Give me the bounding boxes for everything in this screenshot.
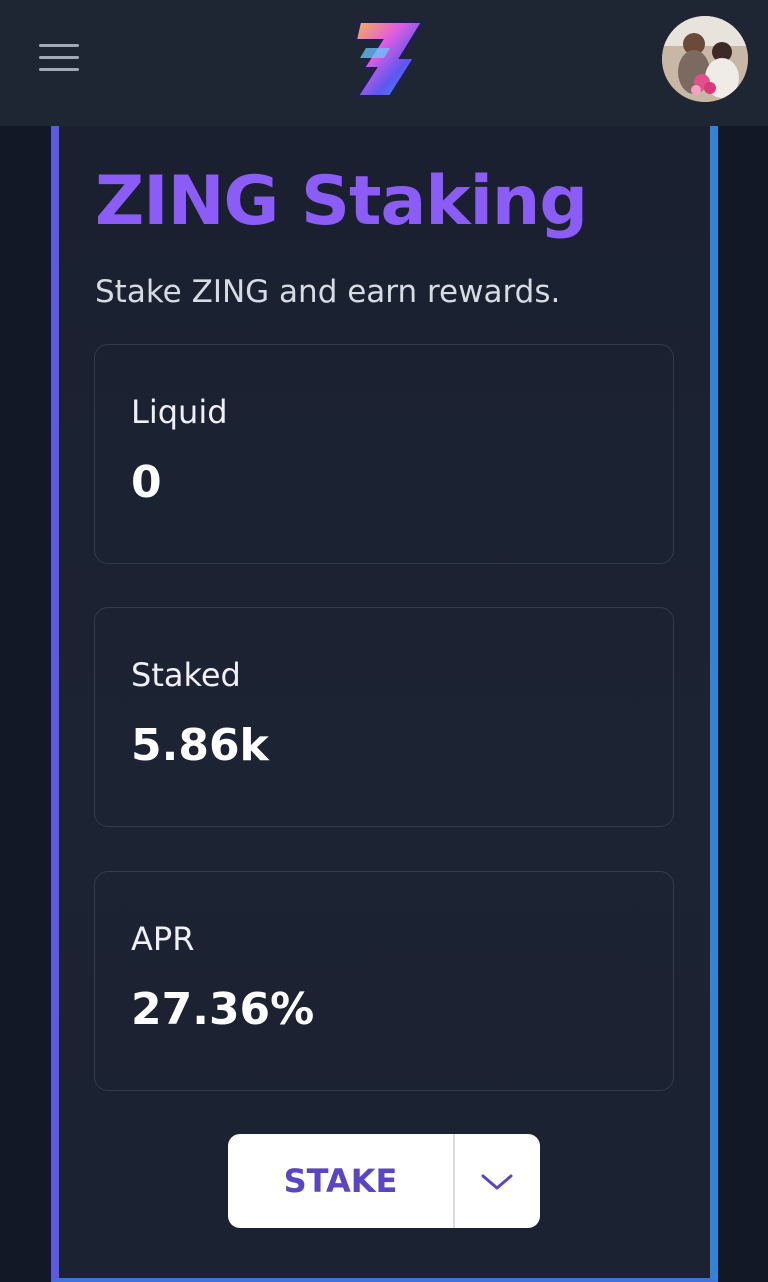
stat-value: 27.36% — [131, 984, 315, 1035]
stake-options-dropdown-button[interactable] — [455, 1134, 540, 1228]
stat-label: APR — [131, 920, 195, 958]
stat-value: 0 — [131, 457, 162, 508]
stat-label: Liquid — [131, 393, 228, 431]
stake-button-group: STAKE — [228, 1134, 540, 1228]
avatar[interactable] — [662, 16, 748, 102]
page-subtitle: Stake ZING and earn rewards. — [95, 274, 561, 310]
hamburger-menu-icon[interactable] — [39, 44, 79, 72]
stat-card-staked: Staked 5.86k — [94, 607, 674, 827]
stake-button[interactable]: STAKE — [228, 1134, 453, 1228]
top-header — [0, 0, 768, 126]
stat-value: 5.86k — [131, 720, 269, 771]
stat-card-apr: APR 27.36% — [94, 871, 674, 1091]
zing-logo-icon[interactable] — [354, 18, 426, 100]
stat-card-liquid: Liquid 0 — [94, 344, 674, 564]
chevron-down-icon — [481, 1174, 513, 1190]
stat-label: Staked — [131, 656, 241, 694]
page-title: ZING Staking — [95, 162, 588, 241]
